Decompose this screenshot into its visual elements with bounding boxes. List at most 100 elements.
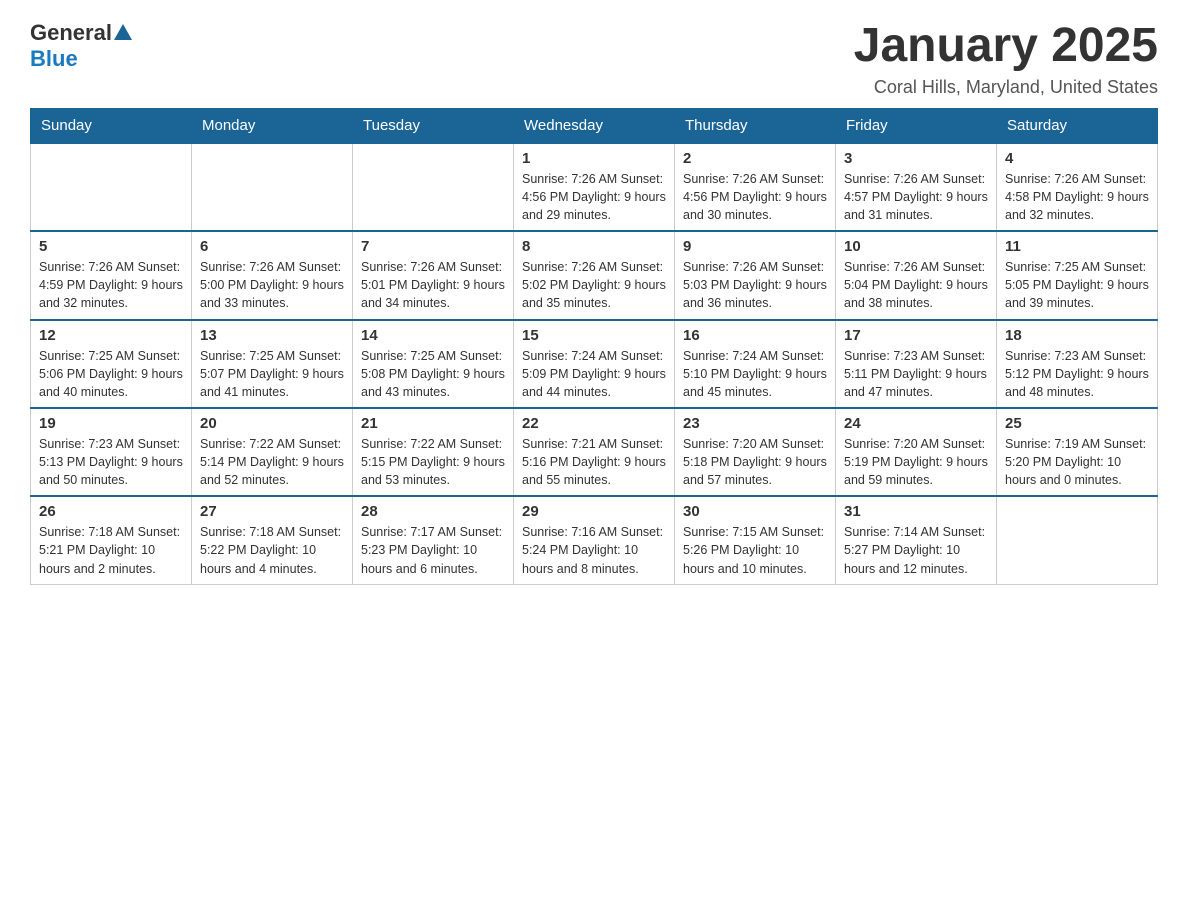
calendar-cell — [353, 143, 514, 231]
calendar-cell: 15 Sunrise: 7:24 AM Sunset: 5:09 PM Dayli… — [514, 320, 675, 408]
day-number: 31 — [844, 503, 988, 520]
calendar-cell: 8Sunrise: 7:26 AM Sunset: 5:02 PM Daylig… — [514, 231, 675, 319]
day-number: 6 — [200, 238, 344, 255]
day-info: Sunrise: 7:14 AM Sunset: 5:27 PM Dayligh… — [844, 523, 988, 577]
day-info: Sunrise: 7:23 AM Sunset: 5:11 PM Dayligh… — [844, 347, 988, 401]
day-number: 16 — [683, 327, 827, 344]
page-header: General Blue January 2025 Coral Hills, M… — [30, 20, 1158, 98]
day-info: Sunrise: 7:26 AM Sunset: 5:03 PM Dayligh… — [683, 258, 827, 312]
calendar-cell: 20 Sunrise: 7:22 AM Sunset: 5:14 PM Dayli… — [192, 408, 353, 496]
day-info: Sunrise: 7:24 AM Sunset: 5:09 PM Dayligh… — [522, 347, 666, 401]
day-number: 1 — [522, 150, 666, 167]
day-number: 24 — [844, 415, 988, 432]
calendar-week-row: 19 Sunrise: 7:23 AM Sunset: 5:13 PM Dayli… — [31, 408, 1158, 496]
day-of-week-header: Monday — [192, 108, 353, 143]
day-info: Sunrise: 7:20 AM Sunset: 5:19 PM Dayligh… — [844, 435, 988, 489]
calendar-cell: 9 Sunrise: 7:26 AM Sunset: 5:03 PM Daylig… — [675, 231, 836, 319]
day-number: 8 — [522, 238, 666, 255]
day-info: Sunrise: 7:25 AM Sunset: 5:06 PM Dayligh… — [39, 347, 183, 401]
day-info: Sunrise: 7:26 AM Sunset: 4:57 PM Dayligh… — [844, 170, 988, 224]
calendar-cell: 12 Sunrise: 7:25 AM Sunset: 5:06 PM Dayli… — [31, 320, 192, 408]
day-number: 9 — [683, 238, 827, 255]
calendar-table: SundayMondayTuesdayWednesdayThursdayFrid… — [30, 108, 1158, 585]
logo-general-text: General — [30, 20, 112, 46]
day-of-week-header: Friday — [836, 108, 997, 143]
day-info: Sunrise: 7:26 AM Sunset: 5:01 PM Dayligh… — [361, 258, 505, 312]
calendar-cell — [192, 143, 353, 231]
calendar-cell: 23 Sunrise: 7:20 AM Sunset: 5:18 PM Dayli… — [675, 408, 836, 496]
day-number: 25 — [1005, 415, 1149, 432]
day-of-week-header: Sunday — [31, 108, 192, 143]
day-info: Sunrise: 7:25 AM Sunset: 5:07 PM Dayligh… — [200, 347, 344, 401]
day-number: 5 — [39, 238, 183, 255]
calendar-cell: 16Sunrise: 7:24 AM Sunset: 5:10 PM Dayli… — [675, 320, 836, 408]
calendar-cell: 4 Sunrise: 7:26 AM Sunset: 4:58 PM Daylig… — [997, 143, 1158, 231]
day-number: 28 — [361, 503, 505, 520]
day-of-week-header: Saturday — [997, 108, 1158, 143]
day-number: 20 — [200, 415, 344, 432]
day-info: Sunrise: 7:22 AM Sunset: 5:15 PM Dayligh… — [361, 435, 505, 489]
day-number: 13 — [200, 327, 344, 344]
day-number: 17 — [844, 327, 988, 344]
logo: General Blue — [30, 20, 134, 72]
day-info: Sunrise: 7:25 AM Sunset: 5:05 PM Dayligh… — [1005, 258, 1149, 312]
day-number: 21 — [361, 415, 505, 432]
day-info: Sunrise: 7:23 AM Sunset: 5:13 PM Dayligh… — [39, 435, 183, 489]
day-number: 10 — [844, 238, 988, 255]
day-number: 26 — [39, 503, 183, 520]
day-info: Sunrise: 7:26 AM Sunset: 4:59 PM Dayligh… — [39, 258, 183, 312]
calendar-cell: 13 Sunrise: 7:25 AM Sunset: 5:07 PM Dayli… — [192, 320, 353, 408]
days-of-week-row: SundayMondayTuesdayWednesdayThursdayFrid… — [31, 108, 1158, 143]
calendar-cell: 27Sunrise: 7:18 AM Sunset: 5:22 PM Dayli… — [192, 496, 353, 584]
location-text: Coral Hills, Maryland, United States — [854, 77, 1158, 98]
day-info: Sunrise: 7:26 AM Sunset: 4:58 PM Dayligh… — [1005, 170, 1149, 224]
day-number: 3 — [844, 150, 988, 167]
calendar-cell: 7 Sunrise: 7:26 AM Sunset: 5:01 PM Daylig… — [353, 231, 514, 319]
calendar-cell: 3 Sunrise: 7:26 AM Sunset: 4:57 PM Daylig… — [836, 143, 997, 231]
day-info: Sunrise: 7:26 AM Sunset: 4:56 PM Dayligh… — [522, 170, 666, 224]
calendar-week-row: 26Sunrise: 7:18 AM Sunset: 5:21 PM Dayli… — [31, 496, 1158, 584]
day-info: Sunrise: 7:19 AM Sunset: 5:20 PM Dayligh… — [1005, 435, 1149, 489]
calendar-cell: 11 Sunrise: 7:25 AM Sunset: 5:05 PM Dayli… — [997, 231, 1158, 319]
day-number: 11 — [1005, 238, 1149, 255]
day-number: 18 — [1005, 327, 1149, 344]
calendar-cell — [31, 143, 192, 231]
calendar-week-row: 1 Sunrise: 7:26 AM Sunset: 4:56 PM Daylig… — [31, 143, 1158, 231]
day-number: 22 — [522, 415, 666, 432]
day-info: Sunrise: 7:16 AM Sunset: 5:24 PM Dayligh… — [522, 523, 666, 577]
calendar-cell: 22 Sunrise: 7:21 AM Sunset: 5:16 PM Dayli… — [514, 408, 675, 496]
calendar-cell: 18 Sunrise: 7:23 AM Sunset: 5:12 PM Dayli… — [997, 320, 1158, 408]
calendar-cell: 17 Sunrise: 7:23 AM Sunset: 5:11 PM Dayli… — [836, 320, 997, 408]
calendar-cell: 10Sunrise: 7:26 AM Sunset: 5:04 PM Dayli… — [836, 231, 997, 319]
calendar-cell: 14Sunrise: 7:25 AM Sunset: 5:08 PM Dayli… — [353, 320, 514, 408]
day-number: 23 — [683, 415, 827, 432]
calendar-cell: 2Sunrise: 7:26 AM Sunset: 4:56 PM Daylig… — [675, 143, 836, 231]
day-info: Sunrise: 7:22 AM Sunset: 5:14 PM Dayligh… — [200, 435, 344, 489]
calendar-cell: 5 Sunrise: 7:26 AM Sunset: 4:59 PM Daylig… — [31, 231, 192, 319]
calendar-cell: 30Sunrise: 7:15 AM Sunset: 5:26 PM Dayli… — [675, 496, 836, 584]
calendar-cell: 31 Sunrise: 7:14 AM Sunset: 5:27 PM Dayli… — [836, 496, 997, 584]
day-number: 19 — [39, 415, 183, 432]
calendar-cell: 26Sunrise: 7:18 AM Sunset: 5:21 PM Dayli… — [31, 496, 192, 584]
day-of-week-header: Thursday — [675, 108, 836, 143]
day-info: Sunrise: 7:15 AM Sunset: 5:26 PM Dayligh… — [683, 523, 827, 577]
calendar-week-row: 5 Sunrise: 7:26 AM Sunset: 4:59 PM Daylig… — [31, 231, 1158, 319]
day-number: 15 — [522, 327, 666, 344]
day-info: Sunrise: 7:20 AM Sunset: 5:18 PM Dayligh… — [683, 435, 827, 489]
logo-icon — [112, 22, 134, 44]
day-number: 7 — [361, 238, 505, 255]
day-number: 27 — [200, 503, 344, 520]
calendar-cell: 21 Sunrise: 7:22 AM Sunset: 5:15 PM Dayli… — [353, 408, 514, 496]
logo-blue-text: Blue — [30, 46, 78, 72]
day-info: Sunrise: 7:23 AM Sunset: 5:12 PM Dayligh… — [1005, 347, 1149, 401]
day-number: 2 — [683, 150, 827, 167]
day-number: 12 — [39, 327, 183, 344]
calendar-cell: 6Sunrise: 7:26 AM Sunset: 5:00 PM Daylig… — [192, 231, 353, 319]
day-info: Sunrise: 7:21 AM Sunset: 5:16 PM Dayligh… — [522, 435, 666, 489]
calendar-cell: 25 Sunrise: 7:19 AM Sunset: 5:20 PM Dayli… — [997, 408, 1158, 496]
calendar-cell: 24 Sunrise: 7:20 AM Sunset: 5:19 PM Dayli… — [836, 408, 997, 496]
day-number: 4 — [1005, 150, 1149, 167]
calendar-week-row: 12 Sunrise: 7:25 AM Sunset: 5:06 PM Dayli… — [31, 320, 1158, 408]
month-title: January 2025 — [854, 20, 1158, 73]
title-area: January 2025 Coral Hills, Maryland, Unit… — [854, 20, 1158, 98]
